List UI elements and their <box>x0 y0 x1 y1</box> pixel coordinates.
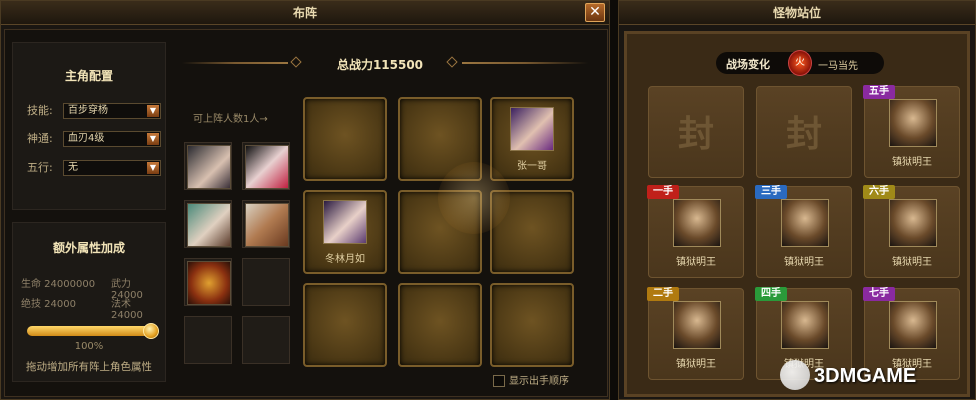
slider-hint: 拖动增加所有阵上角色属性 <box>26 361 152 373</box>
skill-value: 百步穿杨 <box>68 105 108 116</box>
monster-name: 镇狱明王 <box>676 359 716 370</box>
show-order-label: 显示出手顺序 <box>509 376 569 387</box>
monster-portrait <box>781 199 829 247</box>
element-select[interactable]: 无 ▼ <box>63 160 161 176</box>
monster-cell[interactable]: 三手 镇狱明王 <box>755 185 852 278</box>
hero-portrait <box>245 145 289 189</box>
element-label: 五行: <box>27 161 53 174</box>
hero-portrait <box>510 107 554 151</box>
formation-cell[interactable] <box>303 283 387 367</box>
chevron-down-icon[interactable]: ▼ <box>147 133 159 145</box>
monster-cell[interactable]: 一手 镇狱明王 <box>647 185 744 278</box>
formation-cell[interactable] <box>398 283 482 367</box>
element-value: 无 <box>68 162 78 173</box>
skill-select[interactable]: 百步穿杨 ▼ <box>63 103 161 119</box>
watermark: 3DMGAME <box>814 365 917 387</box>
hero-slot[interactable] <box>184 142 232 190</box>
monster-cell[interactable]: 六手 镇狱明王 <box>863 185 960 278</box>
hero-portrait <box>187 261 231 305</box>
seal-glyph: 封 <box>785 113 822 155</box>
battle-change-name: 一马当先 <box>818 61 858 72</box>
hero-name: 冬林月如 <box>325 254 365 265</box>
battle-change-banner: 战场变化 火 一马当先 <box>716 50 884 76</box>
formation-cell[interactable]: 张一哥 <box>490 97 574 181</box>
monster-name: 镇狱明王 <box>892 157 932 168</box>
deploy-count-hint: 可上阵人数1人→ <box>193 114 268 125</box>
close-button[interactable]: ✕ <box>585 3 605 22</box>
slider-percent: 100% <box>74 341 104 352</box>
extra-attr-panel: 额外属性加成 生命 24000000 武力 24000 绝技 24000 法术 … <box>12 222 166 382</box>
monster-title: 怪物站位 <box>619 1 975 25</box>
power-value: 血刃4级 <box>68 133 105 144</box>
hero-config-panel: 主角配置 技能: 百步穿杨 ▼ 神通: 血刃4级 ▼ 五行: 无 ▼ <box>12 42 166 210</box>
hero-portrait <box>187 145 231 189</box>
slider-fill <box>27 326 155 336</box>
fire-icon: 火 <box>788 50 812 76</box>
monster-portrait <box>889 301 937 349</box>
monster-name: 镇狱明王 <box>676 257 716 268</box>
chevron-down-icon[interactable]: ▼ <box>147 162 159 174</box>
hero-slot[interactable] <box>184 200 232 248</box>
hero-slot-empty[interactable] <box>242 258 290 306</box>
slider-handle[interactable] <box>143 323 159 339</box>
monster-name: 镇狱明王 <box>784 257 824 268</box>
monster-portrait <box>673 301 721 349</box>
seal-glyph: 封 <box>677 113 714 155</box>
show-order-toggle[interactable]: 显示出手顺序 <box>493 372 569 387</box>
hero-slot[interactable] <box>184 258 232 306</box>
hero-portrait <box>187 203 231 247</box>
order-tag: 二手 <box>647 287 679 301</box>
monster-portrait <box>889 99 937 147</box>
hero-name: 张一哥 <box>517 161 547 172</box>
formation-cell[interactable]: 冬林月如 <box>303 190 387 274</box>
monster-name: 镇狱明王 <box>892 257 932 268</box>
power-select[interactable]: 血刃4级 ▼ <box>63 131 161 147</box>
formation-cell[interactable] <box>303 97 387 181</box>
order-tag: 一手 <box>647 185 679 199</box>
order-tag: 六手 <box>863 185 895 199</box>
ornament-left <box>182 62 288 64</box>
attr-slider[interactable] <box>27 323 159 339</box>
hero-portrait <box>323 200 367 244</box>
power-label: 神通: <box>27 132 53 145</box>
watermark-logo-icon <box>780 360 810 390</box>
chevron-down-icon[interactable]: ▼ <box>147 105 159 117</box>
extra-attr-title: 额外属性加成 <box>52 241 125 255</box>
hero-slot-empty[interactable] <box>242 316 290 364</box>
order-tag: 五手 <box>863 85 895 99</box>
monster-portrait <box>673 199 721 247</box>
monster-cell-sealed: 封 <box>756 86 852 178</box>
mascot-watermark-icon <box>438 162 510 234</box>
hero-slot[interactable] <box>242 142 290 190</box>
order-tag: 四手 <box>755 287 787 301</box>
skill-label: 技能: <box>27 104 53 117</box>
show-order-checkbox[interactable] <box>493 375 505 387</box>
monster-cell[interactable]: 五手 镇狱明王 <box>863 85 960 178</box>
attr-magic: 法术 24000 <box>111 299 143 321</box>
hero-portrait <box>245 203 289 247</box>
attr-skill: 绝技 24000 <box>21 299 76 310</box>
hero-slot-empty[interactable] <box>184 316 232 364</box>
monster-cell[interactable]: 二手 镇狱明王 <box>647 287 744 380</box>
monster-portrait <box>781 301 829 349</box>
monster-cell-sealed: 封 <box>648 86 744 178</box>
ornament-right <box>462 62 588 64</box>
battle-change-label: 战场变化 <box>726 58 770 71</box>
formation-title: 布阵 <box>1 1 609 25</box>
hero-config-title: 主角配置 <box>64 69 113 83</box>
order-tag: 三手 <box>755 185 787 199</box>
monster-portrait <box>889 199 937 247</box>
hero-slot[interactable] <box>242 200 290 248</box>
order-tag: 七手 <box>863 287 895 301</box>
total-power: 总战力115500 <box>336 58 424 72</box>
attr-hp: 生命 24000000 <box>21 279 96 290</box>
formation-cell[interactable] <box>490 283 574 367</box>
